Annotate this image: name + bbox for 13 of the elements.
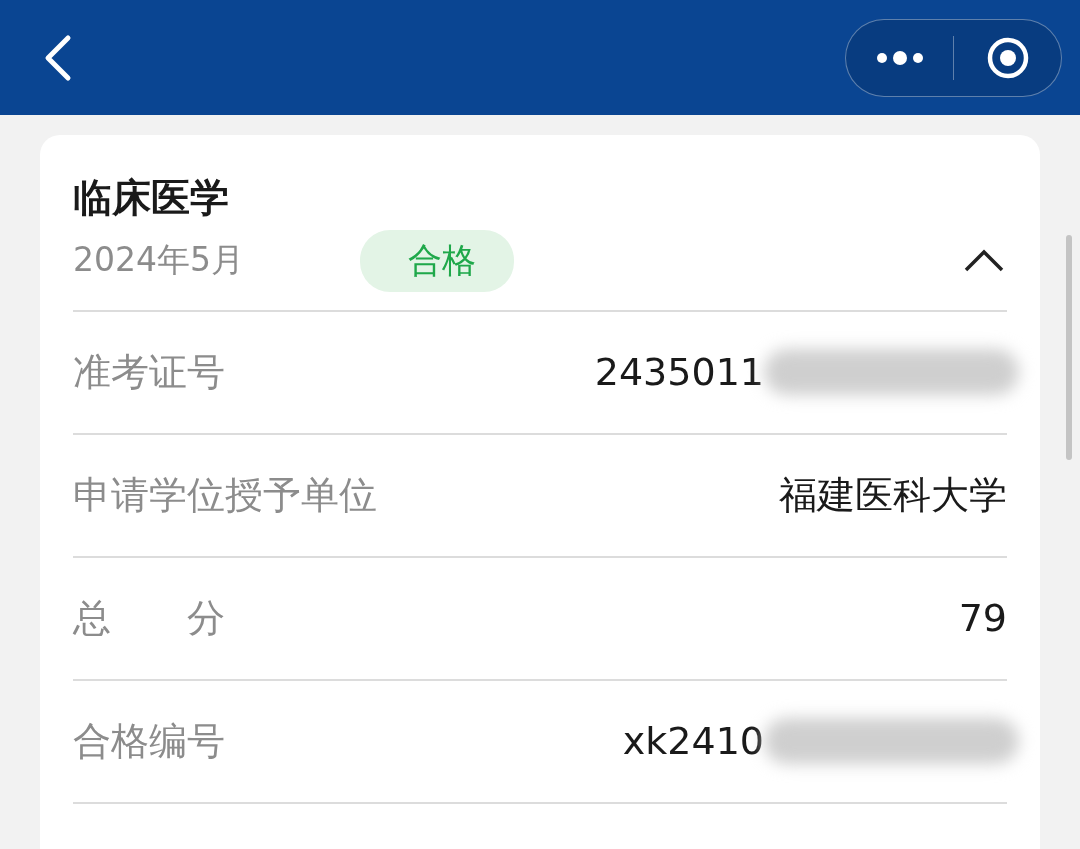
field-label: 合格编号 — [73, 717, 225, 765]
chevron-up-icon[interactable] — [963, 248, 1005, 273]
field-label: 准考证号 — [73, 348, 225, 396]
more-icon[interactable] — [874, 50, 925, 65]
field-label: 申请学位授予单位 — [73, 471, 377, 519]
field-value: 79 — [958, 596, 1007, 641]
field-value: 2435011 — [594, 350, 764, 395]
field-value: 福建医科大学 — [779, 471, 1007, 519]
field-value: xk2410 — [622, 719, 764, 764]
field-label: 总 分 — [73, 594, 225, 642]
subject-title: 临床医学 — [73, 175, 230, 222]
status-badge: 合格 — [360, 229, 514, 292]
exam-date: 2024年5月 — [73, 239, 245, 282]
